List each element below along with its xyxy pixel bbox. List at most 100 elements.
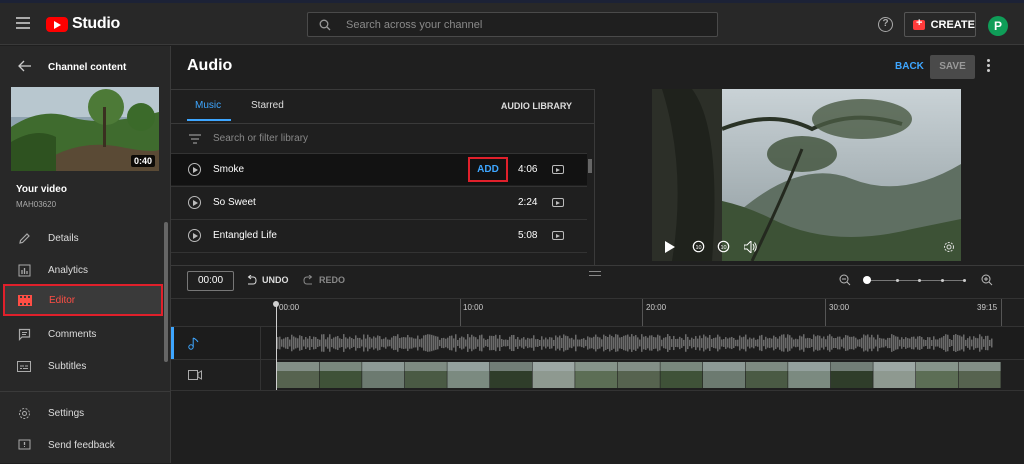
zoom-slider-knob[interactable]	[863, 276, 871, 284]
sidebar-item-settings[interactable]: Settings	[0, 397, 165, 429]
sidebar-item-editor[interactable]: Editor	[3, 284, 163, 316]
list-item[interactable]: So Sweet 2:24	[171, 186, 587, 218]
top-header: Studio ? CREATE P	[0, 3, 1024, 45]
sidebar-scrollbar[interactable]	[164, 222, 168, 362]
undo-icon	[247, 275, 257, 285]
timeline-editor: 00:00 UNDO REDO 00:00 10:00 20:00 30:00 …	[171, 265, 1024, 464]
track-duration: 5:08	[518, 230, 538, 241]
audio-track-selected-indicator	[171, 327, 174, 360]
save-button[interactable]: SAVE	[930, 55, 975, 79]
youtube-link-icon[interactable]	[552, 165, 564, 174]
zoom-in-icon[interactable]	[981, 274, 993, 286]
svg-text:10: 10	[720, 245, 726, 251]
gear-icon[interactable]	[943, 241, 955, 253]
video-duration-badge: 0:40	[130, 155, 155, 167]
forward-10-icon[interactable]: 10	[717, 240, 730, 253]
create-video-icon	[913, 17, 925, 30]
zoom-slider-track[interactable]	[868, 280, 965, 281]
sidebar-item-comments[interactable]: Comments	[0, 318, 165, 350]
pencil-icon	[17, 231, 31, 245]
gear-icon	[17, 406, 31, 420]
undo-label: UNDO	[262, 275, 289, 285]
audio-library-link[interactable]: AUDIO LIBRARY	[501, 101, 572, 111]
timeline-empty-area	[171, 390, 1024, 464]
youtube-link-icon[interactable]	[552, 198, 564, 207]
track-duration: 2:24	[518, 197, 538, 208]
audio-library-panel: Music Starred AUDIO LIBRARY Search or fi…	[171, 89, 595, 265]
library-filter[interactable]: Search or filter library	[171, 123, 594, 153]
video-preview[interactable]: 10 10	[652, 89, 961, 261]
sidebar-item-label: Settings	[48, 407, 85, 419]
back-button[interactable]: BACK	[895, 61, 924, 72]
add-track-button[interactable]: ADD	[468, 157, 508, 182]
rewind-10-icon[interactable]: 10	[692, 240, 705, 253]
timecode-display[interactable]: 00:00	[187, 271, 234, 291]
video-id: MAH03620	[16, 200, 57, 209]
zoom-step-dot	[896, 279, 899, 282]
track-list-scrollbar[interactable]	[588, 157, 592, 266]
sidebar: Channel content 0:40 Your video MAH03620…	[0, 46, 171, 463]
sidebar-item-label: Analytics	[48, 264, 89, 276]
logo-text: Studio	[72, 15, 120, 32]
zoom-out-icon[interactable]	[839, 274, 851, 286]
avatar[interactable]: P	[988, 16, 1008, 36]
menu-icon[interactable]	[16, 17, 30, 29]
tab-music[interactable]: Music	[195, 100, 221, 111]
music-note-icon	[188, 337, 199, 350]
analytics-icon	[17, 263, 31, 277]
video-thumbnail[interactable]: 0:40	[11, 87, 159, 171]
tab-starred[interactable]: Starred	[251, 100, 284, 111]
studio-logo[interactable]: Studio	[46, 15, 120, 33]
sidebar-item-analytics[interactable]: Analytics	[0, 254, 165, 286]
more-options-icon[interactable]	[985, 59, 991, 75]
play-icon[interactable]	[188, 196, 201, 209]
video-track[interactable]	[171, 359, 1024, 389]
back-arrow-icon[interactable]	[18, 60, 32, 72]
undo-button[interactable]: UNDO	[246, 275, 289, 285]
youtube-link-icon[interactable]	[552, 231, 564, 240]
svg-text:10: 10	[695, 245, 701, 251]
track-duration: 4:06	[518, 164, 538, 175]
play-icon[interactable]	[188, 229, 201, 242]
page-title: Audio	[187, 57, 233, 74]
ruler-label: 20:00	[646, 303, 667, 312]
list-item[interactable]	[171, 252, 587, 266]
sidebar-item-label: Comments	[48, 328, 97, 340]
subtitles-icon	[17, 359, 31, 373]
track-header-divider	[260, 326, 261, 390]
sidebar-item-details[interactable]: Details	[0, 222, 165, 254]
redo-button[interactable]: REDO	[303, 275, 345, 285]
help-icon[interactable]: ?	[878, 17, 893, 32]
filter-input[interactable]: Search or filter library	[213, 133, 308, 144]
sidebar-item-subtitles[interactable]: Subtitles	[0, 350, 165, 382]
ruler-label: 30:00	[829, 303, 850, 312]
your-video-label: Your video	[16, 184, 67, 195]
filter-icon	[189, 134, 201, 144]
create-button[interactable]: CREATE	[904, 12, 976, 37]
search-bar[interactable]	[307, 12, 718, 37]
volume-icon[interactable]	[744, 241, 758, 253]
youtube-logo-icon	[46, 16, 68, 32]
sidebar-divider	[0, 391, 170, 392]
video-camera-icon	[188, 370, 202, 380]
list-item[interactable]: Entangled Life 5:08	[171, 219, 587, 251]
redo-icon	[303, 275, 313, 285]
ruler-label: 00:00	[279, 303, 300, 312]
play-icon[interactable]	[188, 163, 201, 176]
playhead[interactable]	[276, 304, 277, 392]
sidebar-item-send-feedback[interactable]: Send feedback	[0, 429, 165, 461]
ruler-tick	[1001, 299, 1002, 327]
feedback-icon	[17, 438, 31, 452]
sidebar-item-label: Subtitles	[48, 360, 87, 372]
channel-content-title[interactable]: Channel content	[48, 62, 126, 73]
ruler-label: 39:15	[977, 303, 998, 312]
track-name: Smoke	[213, 164, 245, 175]
ruler-tick	[642, 299, 643, 327]
play-icon[interactable]	[665, 241, 675, 253]
search-input[interactable]	[346, 13, 706, 36]
time-ruler[interactable]: 00:00 10:00 20:00 30:00 39:15	[171, 298, 1024, 327]
audio-track[interactable]	[171, 326, 1024, 360]
resize-handle[interactable]	[589, 271, 601, 279]
list-item[interactable]: Smoke ADD 4:06	[171, 153, 587, 185]
track-name: So Sweet	[213, 197, 256, 208]
